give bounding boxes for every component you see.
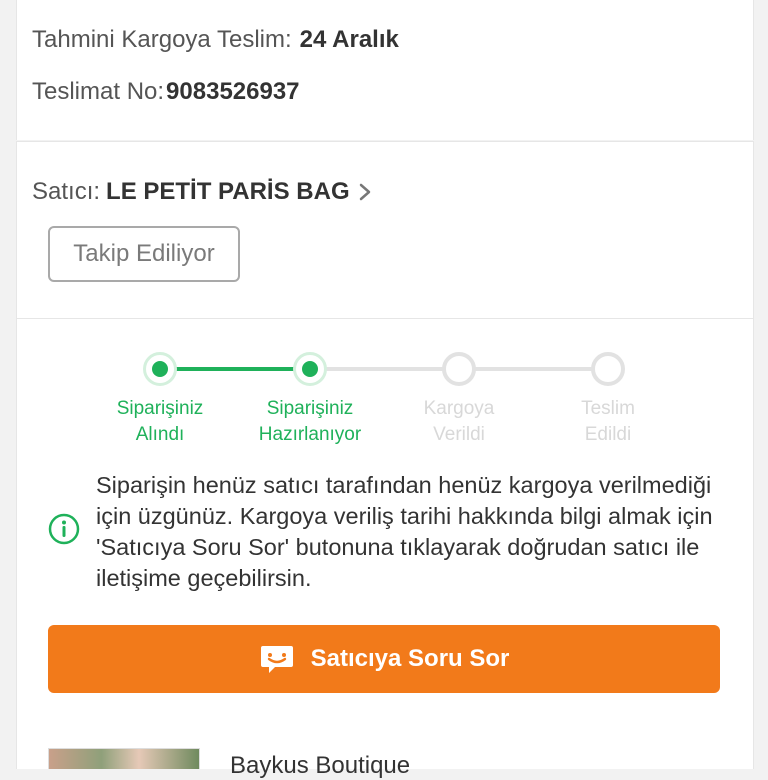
step-dot-delivered	[591, 352, 625, 386]
step-label-line1: Siparişiniz	[116, 398, 204, 419]
step-label-line2: Verildi	[433, 424, 485, 445]
step-label-delivered: Teslim Edildi	[533, 396, 683, 448]
info-icon	[48, 513, 80, 545]
product-thumbnail[interactable]	[48, 748, 200, 769]
chevron-right-icon	[359, 183, 370, 201]
step-dot-shipped	[442, 352, 476, 386]
delivery-number-value: 9083526937	[166, 78, 300, 105]
step-connector-3	[474, 367, 592, 371]
seller-label: Satıcı:	[32, 178, 101, 205]
estimated-delivery-label: Tahmini Kargoya Teslim:	[32, 26, 292, 53]
delivery-number-label: Teslimat No:	[32, 78, 165, 105]
chat-icon	[260, 646, 293, 673]
step-label-line2: Hazırlanıyor	[258, 424, 362, 445]
estimated-delivery-value: 24 Aralık	[299, 26, 399, 53]
step-label-preparing: Siparişiniz Hazırlanıyor	[235, 396, 385, 448]
step-dot-received	[143, 352, 177, 386]
step-label-line2: Alındı	[135, 424, 185, 445]
seller-link[interactable]: Satıcı: LE PETİT PARİS BAG	[32, 178, 372, 206]
delivery-info-card	[16, 0, 754, 140]
step-connector-1	[176, 367, 294, 371]
step-label-received: Siparişiniz Alındı	[85, 396, 235, 448]
estimated-delivery-row: Tahmini Kargoya Teslim: 24 Aralık	[32, 26, 399, 54]
step-connector-2	[326, 367, 444, 371]
ask-seller-button[interactable]: Satıcıya Soru Sor	[48, 625, 720, 693]
follow-seller-button[interactable]: Takip Ediliyor	[48, 226, 240, 282]
step-label-line1: Teslim	[581, 398, 635, 419]
step-label-shipped: Kargoya Verildi	[384, 396, 534, 448]
delivery-number-row: Teslimat No:9083526937	[32, 78, 300, 106]
seller-name: LE PETİT PARİS BAG	[106, 178, 350, 205]
step-label-line1: Siparişiniz	[266, 398, 354, 419]
ask-seller-label: Satıcıya Soru Sor	[310, 645, 510, 672]
step-label-line2: Edildi	[584, 424, 632, 445]
step-dot-preparing	[293, 352, 327, 386]
shipping-delay-notice: Siparişin henüz satıcı tarafından henüz …	[96, 472, 713, 591]
step-label-line1: Kargoya	[423, 398, 495, 419]
product-store-name[interactable]: Baykus Boutique	[230, 752, 410, 780]
